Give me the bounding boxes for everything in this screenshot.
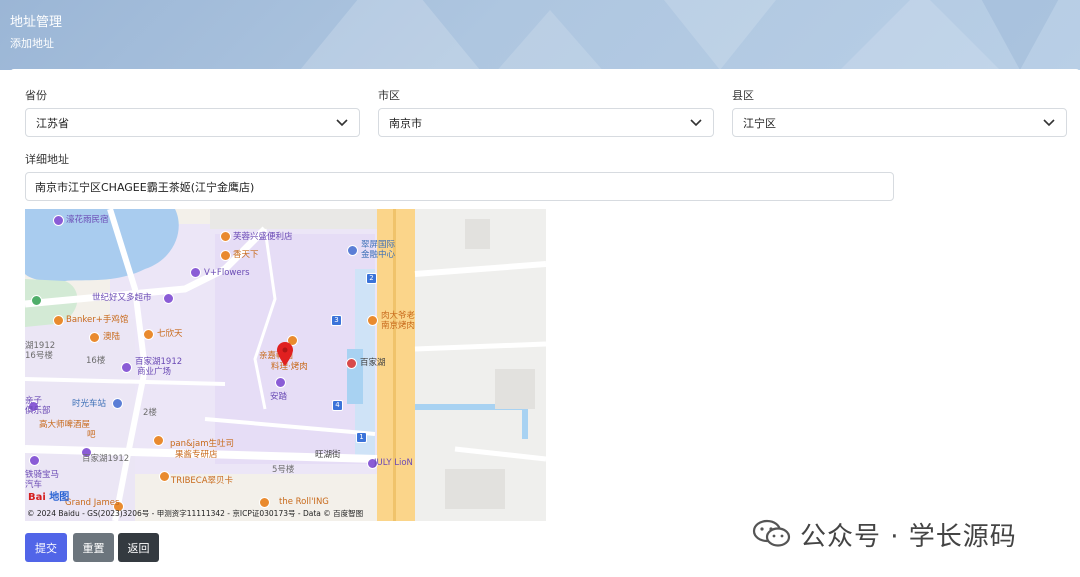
header-banner: 地址管理 添加地址 [0,0,1080,70]
baidu-logo-text: Bai [28,492,46,503]
map-label: 16号楼 [25,351,53,361]
province-select[interactable]: 江苏省 [25,108,360,137]
poi-icon [367,315,378,326]
chevron-down-icon [1042,116,1056,130]
page-subtitle: 添加地址 [10,37,54,50]
map-label: TRIBECA翠贝卡 [171,476,234,486]
subway-station-icon: 1 [356,432,367,443]
poi-icon [259,497,270,508]
page-title: 地址管理 [10,15,63,30]
map-label: 5号楼 [272,465,295,475]
map-label: 香天下 [233,250,259,260]
poi-icon [121,362,132,373]
poi-icon [190,267,201,278]
poi-icon [347,245,358,256]
back-button[interactable]: 返回 [118,533,159,562]
map-label: 百家湖1912 [82,454,130,464]
map-label: Grand James [65,498,120,508]
map-label: 南京烤肉 [381,321,416,331]
map-label: 百家湖1912 [135,357,183,367]
watermark: 公众号 · 学长源码 [752,518,1017,552]
district-select-value: 江宁区 [743,116,776,130]
city-label: 市区 [378,89,400,102]
map-label: 世纪好又多超市 [92,293,152,303]
detail-address-label: 详细地址 [25,153,69,166]
map-label: 时光车站 [72,399,107,409]
poi-icon [53,215,64,226]
subway-station-icon: 2 [366,273,377,284]
map-copyright: © 2024 Baidu - GS(2023)3206号 - 甲测资字11111… [27,509,364,518]
poi-icon [346,358,357,369]
subway-station-icon: 4 [332,400,343,411]
watermark-text: 公众号 · 学长源码 [800,521,1017,552]
map-view[interactable]: 2 3 4 1 濠花雨民宿 芙蓉兴盛便利店 翠屏国际 金融中心 香天下 V+Fl… [25,209,546,521]
city-select[interactable]: 南京市 [378,108,714,137]
map-label: Banker+手鸡馆 [66,315,129,325]
poi-icon [153,435,164,446]
map-label: 吧 [87,430,96,440]
map-label: 七欣天 [157,329,183,339]
district-select[interactable]: 江宁区 [732,108,1067,137]
map-label: 16楼 [86,356,106,366]
submit-button[interactable]: 提交 [25,533,67,562]
map-label: 澳陆 [103,332,121,342]
map-label: 金融中心 [361,250,396,260]
baidu-logo-suffix: 地图 [49,492,70,503]
map-label: 濠花雨民宿 [66,215,109,225]
detail-address-value: 南京市江宁区CHAGEE霸王茶姬(江宁金鹰店) [35,180,255,194]
map-label: 果酱专研店 [175,450,218,460]
poi-icon [220,231,231,242]
poi-icon [112,398,123,409]
city-select-value: 南京市 [389,116,422,130]
poi-icon [143,329,154,340]
subway-station-icon: 3 [331,315,342,326]
baidu-map-logo: Bai 地图 [28,488,69,503]
wechat-icon [752,519,792,549]
poi-icon [275,377,286,388]
map-label: 芙蓉兴盛便利店 [233,232,293,242]
reset-button[interactable]: 重置 [73,533,114,562]
map-label: 百家湖 [360,358,386,368]
map-label: 高大师啤酒屋 [39,420,91,430]
location-marker-icon [277,342,293,366]
chevron-down-icon [335,116,349,130]
poi-icon [89,332,100,343]
poi-icon [29,455,40,466]
district-label: 县区 [732,89,754,102]
poi-icon [53,315,64,326]
poi-icon [159,471,170,482]
map-label: 铁骑宝马 [25,470,60,480]
map-label: V+Flowers [204,268,250,278]
map-label: JULY LioN [374,458,413,468]
map-label: 翠屏国际 [361,240,396,250]
province-select-value: 江苏省 [36,116,69,130]
province-label: 省份 [25,89,47,102]
poi-icon [220,250,231,261]
map-label: 肉大爷老 [381,311,416,321]
map-label: 旺湖街 [315,450,341,460]
map-label: 湖1912 [25,341,56,351]
map-label: 商业广场 [137,367,172,377]
map-label: 2楼 [143,408,157,418]
map-label: the Roll'ING [279,497,329,507]
poi-icon [31,295,42,306]
map-label: 俱乐部 [25,406,51,416]
poi-icon [163,293,174,304]
chevron-down-icon [689,116,703,130]
detail-address-input[interactable]: 南京市江宁区CHAGEE霸王茶姬(江宁金鹰店) [25,172,894,201]
map-label: 安踏 [270,392,288,402]
map-label: pan&jam生吐司 [170,439,234,449]
map-label: 亲子 [25,396,43,406]
